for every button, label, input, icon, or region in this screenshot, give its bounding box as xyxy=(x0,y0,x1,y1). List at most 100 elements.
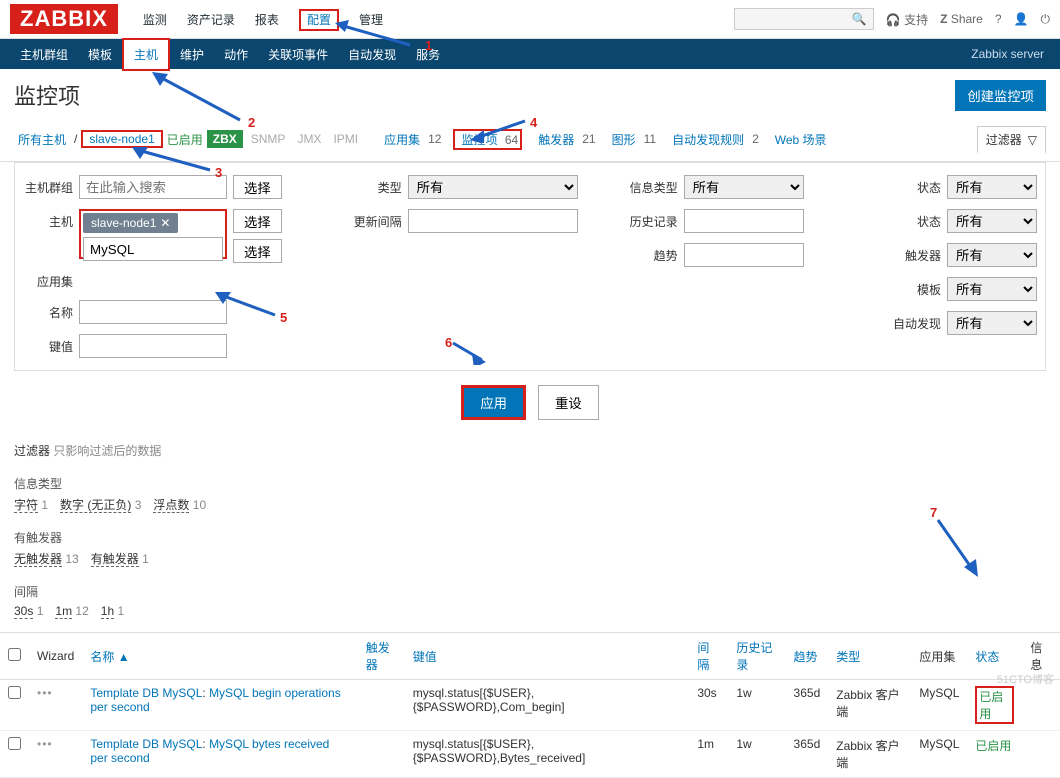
state-select[interactable]: 所有 xyxy=(947,175,1037,199)
status-link[interactable]: 已启用 xyxy=(975,686,1014,724)
nav-inventory[interactable]: 资产记录 xyxy=(177,5,245,34)
info-type-section: 信息类型 字符 1 数字 (无正负) 3 浮点数 10 xyxy=(0,467,1060,521)
template-select[interactable]: 所有 xyxy=(947,277,1037,301)
top-header: ZABBIX 监测 资产记录 报表 配置 管理 🔍 🎧 支持 Z Share ?… xyxy=(0,0,1060,39)
lbl-trigger: 触发器 xyxy=(885,247,941,264)
host-tag[interactable]: slave-node1 ✕ xyxy=(83,213,178,233)
trigger-select[interactable]: 所有 xyxy=(947,243,1037,267)
info-select[interactable]: 所有 xyxy=(684,175,804,199)
wizard-icon[interactable]: ••• xyxy=(37,737,53,751)
subnav-maintenance[interactable]: 维护 xyxy=(170,40,214,69)
subnav-hostgroups[interactable]: 主机群组 xyxy=(10,40,78,69)
lbl-name: 名称 xyxy=(23,304,73,321)
status-link[interactable]: 已启用 xyxy=(975,739,1011,753)
lbl-history: 历史记录 xyxy=(618,213,678,230)
anno-4: 4 xyxy=(530,115,537,130)
lbl-key: 键值 xyxy=(23,338,73,355)
user-icon[interactable]: 👤 xyxy=(1014,12,1029,26)
lbl-disc: 自动发现 xyxy=(885,315,941,332)
items-table: Wizard 名称 ▲ 触发器 键值 间隔 历史记录 趋势 类型 应用集 状态 … xyxy=(0,632,1060,778)
status-select[interactable]: 所有 xyxy=(947,209,1037,233)
template-link[interactable]: Template DB MySQL xyxy=(90,686,202,700)
col-type[interactable]: 类型 xyxy=(828,633,911,680)
page-head: 监控项 创建监控项 xyxy=(0,69,1060,121)
bc-all-hosts[interactable]: 所有主机 xyxy=(14,129,70,150)
apply-button[interactable]: 应用 xyxy=(461,385,526,420)
appset-input[interactable] xyxy=(83,237,223,261)
create-item-button[interactable]: 创建监控项 xyxy=(955,80,1046,111)
key-input[interactable] xyxy=(79,334,227,358)
nav-config[interactable]: 配置 xyxy=(289,5,349,34)
power-icon[interactable]: ⏻ xyxy=(1041,12,1051,27)
col-history[interactable]: 历史记录 xyxy=(728,633,785,680)
interval-input[interactable] xyxy=(408,209,578,233)
interval-section: 间隔 30s 1 1m 12 1h 1 xyxy=(0,575,1060,626)
bc-web[interactable]: Web 场景 xyxy=(771,129,831,150)
lbl-status: 状态 xyxy=(885,213,941,230)
subnav-templates[interactable]: 模板 xyxy=(78,40,122,69)
lbl-template: 模板 xyxy=(885,281,941,298)
subnav-hosts[interactable]: 主机 xyxy=(124,40,168,69)
col-name[interactable]: 名称 ▲ xyxy=(82,633,357,680)
global-search[interactable]: 🔍 xyxy=(734,8,874,30)
trend-input[interactable] xyxy=(684,243,804,267)
bc-graphs[interactable]: 图形 xyxy=(608,129,640,150)
sub-nav: 主机群组 模板 主机 维护 动作 关联项事件 自动发现 服务 Zabbix se… xyxy=(0,39,1060,69)
template-link[interactable]: Template DB MySQL xyxy=(90,737,202,751)
host-select-button[interactable]: 选择 xyxy=(233,209,282,233)
table-row: ••• Template DB MySQL: MySQL bytes recei… xyxy=(0,731,1060,778)
share-link[interactable]: Z Share xyxy=(940,12,983,26)
type-select[interactable]: 所有 xyxy=(408,175,578,199)
bc-enabled: 已启用 xyxy=(167,131,203,148)
lbl-trend: 趋势 xyxy=(618,247,678,264)
history-input[interactable] xyxy=(684,209,804,233)
wizard-icon[interactable]: ••• xyxy=(37,686,53,700)
nav-admin[interactable]: 管理 xyxy=(349,5,393,34)
lbl-info: 信息类型 xyxy=(618,179,678,196)
host-multiselect[interactable]: slave-node1 ✕ xyxy=(79,209,227,259)
col-interval[interactable]: 间隔 xyxy=(689,633,728,680)
disc-select[interactable]: 所有 xyxy=(947,311,1037,335)
appset-select-button[interactable]: 选择 xyxy=(233,239,282,263)
subnav-correlation[interactable]: 关联项事件 xyxy=(258,40,338,69)
zbx-badge: ZBX xyxy=(207,130,243,148)
watermark: 51CTO博客 xyxy=(997,671,1054,687)
group-input[interactable] xyxy=(79,175,227,199)
subnav-actions[interactable]: 动作 xyxy=(214,40,258,69)
filter-toggle[interactable]: 过滤器 ▽ xyxy=(977,126,1046,154)
ipmi-badge: IPMI xyxy=(329,130,362,148)
subnav-discovery[interactable]: 自动发现 xyxy=(338,40,406,69)
logo: ZABBIX xyxy=(10,4,118,34)
table-row: ••• Template DB MySQL: MySQL begin opera… xyxy=(0,680,1060,731)
col-trend[interactable]: 趋势 xyxy=(786,633,829,680)
reset-button[interactable]: 重设 xyxy=(538,385,599,420)
anno-6: 6 xyxy=(445,335,452,350)
bc-appset[interactable]: 应用集 xyxy=(380,129,424,150)
col-key[interactable]: 键值 xyxy=(405,633,690,680)
anno-7: 7 xyxy=(930,505,937,520)
bc-host[interactable]: slave-node1 xyxy=(85,130,158,148)
name-input[interactable] xyxy=(79,300,227,324)
apply-row: 应用 重设 xyxy=(0,371,1060,434)
filter-icon: ▽ xyxy=(1028,133,1037,147)
lbl-type: 类型 xyxy=(342,179,402,196)
row-checkbox[interactable] xyxy=(8,737,21,750)
nav-monitor[interactable]: 监测 xyxy=(133,5,177,34)
help-icon[interactable]: ? xyxy=(995,12,1002,26)
bc-items[interactable]: 监控项 xyxy=(457,131,501,149)
anno-2: 2 xyxy=(248,115,255,130)
bc-triggers[interactable]: 触发器 xyxy=(534,129,578,150)
remove-tag-icon[interactable]: ✕ xyxy=(160,216,170,230)
select-all-checkbox[interactable] xyxy=(8,648,21,661)
support-link[interactable]: 🎧 支持 xyxy=(886,11,928,28)
nav-reports[interactable]: 报表 xyxy=(245,5,289,34)
bc-discovery[interactable]: 自动发现规则 xyxy=(668,129,748,150)
col-wizard: Wizard xyxy=(29,633,82,680)
group-select-button[interactable]: 选择 xyxy=(233,175,282,199)
jmx-badge: JMX xyxy=(293,130,325,148)
lbl-group: 主机群组 xyxy=(23,179,73,196)
snmp-badge: SNMP xyxy=(247,130,290,148)
lbl-host: 主机 xyxy=(23,209,73,230)
col-triggers[interactable]: 触发器 xyxy=(358,633,405,680)
anno-5: 5 xyxy=(280,310,287,325)
